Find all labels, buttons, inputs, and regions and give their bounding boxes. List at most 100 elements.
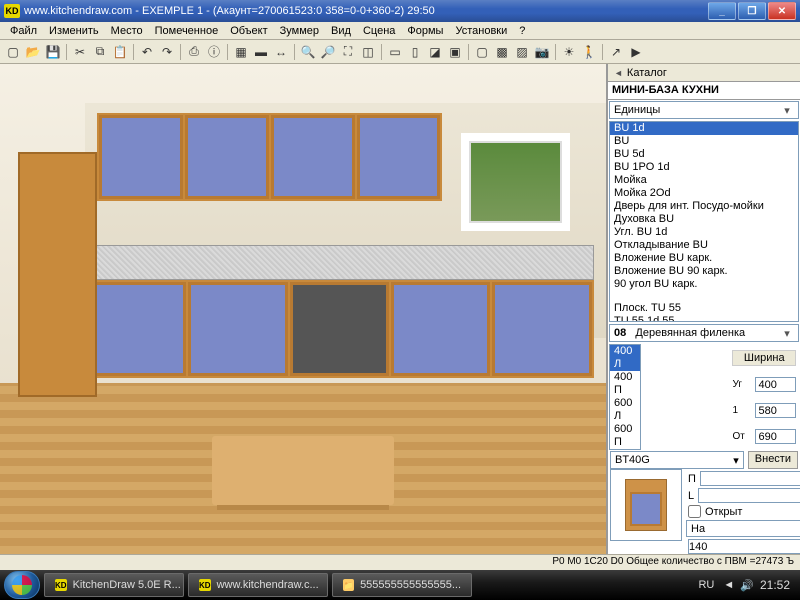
clock[interactable]: 21:52 [760,578,790,592]
width-header: Ширина [732,350,796,366]
size-item[interactable]: 400 Л [610,345,640,371]
catalog-item[interactable]: BU 1PO 1d [610,161,798,174]
catalog-tab[interactable]: ◄Каталог [608,64,800,82]
taskbar: KDKitchenDraw 5.0E R... KDwww.kitchendra… [0,570,800,600]
walk-icon[interactable]: 🚶 [580,43,598,61]
start-button[interactable] [4,571,40,599]
catalog-item[interactable]: BU 1d [610,122,798,135]
catalog-item[interactable]: Мойка [610,174,798,187]
l-input[interactable] [698,488,800,503]
cut-icon[interactable]: ✂ [71,43,89,61]
zoom-fit-icon[interactable]: ⛶ [339,43,357,61]
windows-orb-icon [12,575,32,595]
dimensions-group: Ширина Уг 1 От [642,343,800,451]
menu-settings[interactable]: Установки [449,23,513,39]
catalog-item[interactable]: Вложение BU 90 карк. [610,265,798,278]
catalog-item[interactable]: Угл. BU 1d [610,226,798,239]
render-flat-icon[interactable]: ▩ [493,43,511,61]
menu-object[interactable]: Объект [224,23,273,39]
window-title: www.kitchendraw.com - EXEMPLE 1 - (Акаун… [24,5,706,17]
catalog-item[interactable]: BU 5d [610,148,798,161]
measure-icon[interactable]: ↔ [272,43,290,61]
play-icon[interactable]: ▶ [627,43,645,61]
redo-icon[interactable]: ↷ [158,43,176,61]
menu-scene[interactable]: Сцена [357,23,401,39]
model-combo[interactable]: BT40G▾ [610,451,744,469]
size-item[interactable]: 600 П [610,423,640,449]
toolbar: ▢ 📂 💾 ✂ ⧉ 📋 ↶ ↷ ⎙ ⓘ ▦ ▬ ↔ 🔍 🔎 ⛶ ◫ ▭ ▯ ◪ … [0,40,800,64]
task-folder[interactable]: 📁555555555555555... [332,573,472,597]
catalog-item[interactable] [610,291,798,302]
info-icon[interactable]: ⓘ [205,43,223,61]
tray-volume-icon[interactable]: 🔊 [740,579,754,592]
size-item[interactable]: 400 П [610,371,640,397]
zoom-in-icon[interactable]: 🔍 [299,43,317,61]
grid-icon[interactable]: ▦ [232,43,250,61]
light-icon[interactable]: ☀ [560,43,578,61]
menubar: Файл Изменить Место Помеченное Объект Зу… [0,22,800,40]
menu-place[interactable]: Место [105,23,149,39]
arrow-icon[interactable]: ↗ [607,43,625,61]
open-icon[interactable]: 📂 [24,43,42,61]
zoom-area-icon[interactable]: ◫ [359,43,377,61]
ug-input[interactable] [755,377,796,392]
titlebar: KD www.kitchendraw.com - EXEMPLE 1 - (Ак… [0,0,800,22]
menu-zoom[interactable]: Зуммер [274,23,325,39]
menu-forms[interactable]: Формы [401,23,449,39]
render-shaded-icon[interactable]: ▨ [513,43,531,61]
view2d-icon[interactable]: ▭ [386,43,404,61]
section-combo[interactable]: Единицы▾ [609,101,799,119]
dim2-input[interactable] [755,403,796,418]
task-website[interactable]: KDwww.kitchendraw.c... [188,573,328,597]
paste-icon[interactable]: 📋 [111,43,129,61]
view3d-icon[interactable]: ◪ [426,43,444,61]
view-persp-icon[interactable]: ▣ [446,43,464,61]
catalog-item[interactable]: 90 угол BU карк. [610,278,798,291]
catalog-list[interactable]: BU 1dBUBU 5dBU 1PO 1dМойкаМойка 2OdДверь… [609,121,799,322]
qty-input[interactable] [688,539,800,554]
wall-icon[interactable]: ▬ [252,43,270,61]
task-kitchendraw[interactable]: KDKitchenDraw 5.0E R... [44,573,184,597]
open-checkbox[interactable] [688,505,701,518]
catalog-item[interactable]: TU 55 1d 55 [610,315,798,322]
camera-icon[interactable]: 📷 [533,43,551,61]
catalog-panel: ◄Каталог МИНИ-БАЗА КУХНИ Единицы▾ BU 1dB… [606,64,800,554]
catalog-item[interactable]: Мойка 2Od [610,187,798,200]
view-elev-icon[interactable]: ▯ [406,43,424,61]
menu-help[interactable]: ? [513,23,531,39]
chevron-down-icon: ▾ [780,104,794,117]
render-wire-icon[interactable]: ▢ [473,43,491,61]
save-icon[interactable]: 💾 [44,43,62,61]
handle-combo[interactable]: На▾ [686,520,800,537]
catalog-item[interactable]: BU [610,135,798,148]
copy-icon[interactable]: ⧉ [91,43,109,61]
ot-input[interactable] [755,429,796,444]
print-icon[interactable]: ⎙ [185,43,203,61]
p-input[interactable] [700,471,800,486]
block-combo[interactable]: 08 Деревянная филенка ▾ [609,324,799,342]
catalog-item[interactable]: Дверь для инт. Посудо-мойки [610,200,798,213]
close-button[interactable]: ✕ [768,2,796,20]
new-icon[interactable]: ▢ [4,43,22,61]
sizes-list[interactable]: 400 Л400 П600 Л600 П [609,344,641,450]
catalog-item[interactable]: Духовка BU [610,213,798,226]
menu-file[interactable]: Файл [4,23,43,39]
app-icon: KD [4,4,20,18]
maximize-button[interactable]: ❐ [738,2,766,20]
tray-arrow-icon[interactable]: ◄ [723,579,734,591]
menu-marked[interactable]: Помеченное [149,23,225,39]
insert-button[interactable]: Внести [748,451,798,469]
catalog-title: МИНИ-БАЗА КУХНИ [608,82,800,100]
menu-edit[interactable]: Изменить [43,23,105,39]
zoom-out-icon[interactable]: 🔎 [319,43,337,61]
size-item[interactable]: 600 Л [610,397,640,423]
3d-viewport[interactable] [0,64,606,554]
catalog-item[interactable]: Откладывание BU [610,239,798,252]
language-indicator[interactable]: RU [695,578,717,592]
minimize-button[interactable]: _ [708,2,736,20]
catalog-item[interactable]: Плоск. TU 55 [610,302,798,315]
undo-icon[interactable]: ↶ [138,43,156,61]
menu-view[interactable]: Вид [325,23,357,39]
catalog-item[interactable]: Вложение BU карк. [610,252,798,265]
system-tray: RU ◄ 🔊 21:52 [695,578,796,592]
